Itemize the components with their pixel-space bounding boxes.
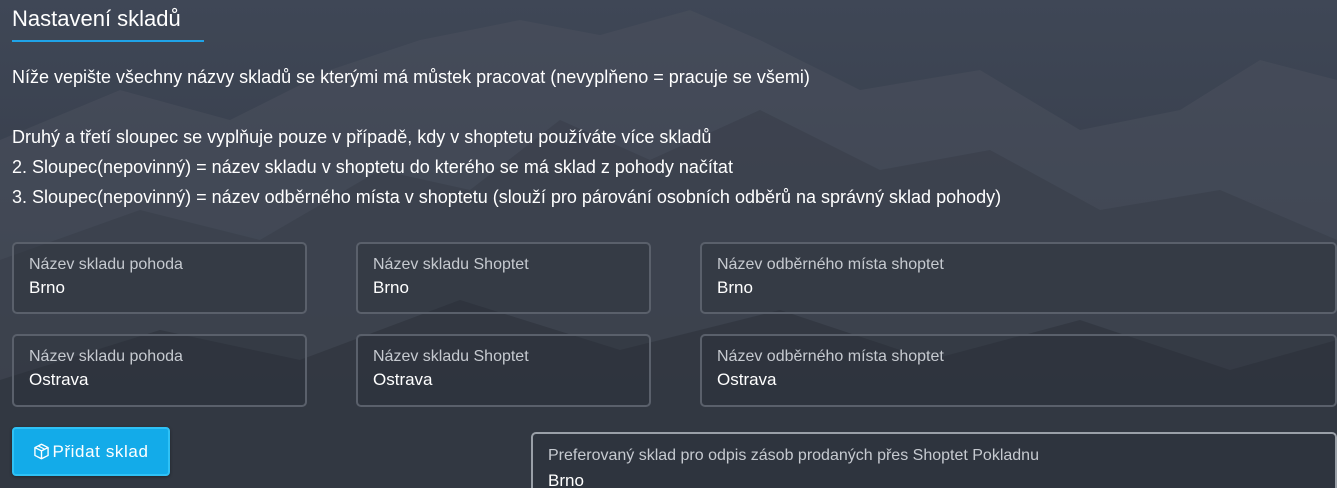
- add-warehouse-button[interactable]: Přidat sklad: [12, 427, 170, 476]
- pohoda-warehouse-label: Název skladu pohoda: [29, 348, 183, 365]
- title-underline: [12, 40, 204, 42]
- section-title: Nastavení skladů: [12, 6, 181, 31]
- preferred-warehouse-value[interactable]: Brno: [548, 471, 584, 488]
- pickup-point-label: Název odběrného místa shoptet: [717, 256, 944, 273]
- pickup-point-field[interactable]: Název odběrného místa shoptet Ostrava: [700, 334, 1337, 407]
- pohoda-warehouse-field[interactable]: Název skladu pohoda Brno: [12, 242, 307, 314]
- pohoda-warehouse-value[interactable]: Brno: [29, 278, 65, 298]
- preferred-warehouse-label: Preferovaný sklad pro odpis zásob prodan…: [548, 447, 1039, 464]
- shoptet-warehouse-field[interactable]: Název skladu Shoptet Ostrava: [356, 334, 651, 407]
- pickup-point-value[interactable]: Ostrava: [717, 370, 777, 390]
- pohoda-warehouse-field[interactable]: Název skladu pohoda Ostrava: [12, 334, 307, 407]
- pohoda-warehouse-value[interactable]: Ostrava: [29, 370, 89, 390]
- box-icon: [34, 443, 50, 460]
- intro-text-line-2: Druhý a třetí sloupec se vyplňuje pouze …: [12, 127, 712, 147]
- shoptet-warehouse-field[interactable]: Název skladu Shoptet Brno: [356, 242, 651, 314]
- pickup-point-value[interactable]: Brno: [717, 278, 753, 298]
- add-warehouse-label: Přidat sklad: [52, 441, 149, 461]
- intro-text-line-4: 3. Sloupec(nepovinný) = název odběrného …: [12, 187, 1002, 207]
- pickup-point-field[interactable]: Název odběrného místa shoptet Brno: [700, 242, 1337, 314]
- intro-text-line-3: 2. Sloupec(nepovinný) = název skladu v s…: [12, 157, 733, 177]
- shoptet-warehouse-value[interactable]: Brno: [373, 278, 409, 298]
- warehouse-settings-page: Nastavení skladů Níže vepište všechny ná…: [0, 0, 1337, 488]
- shoptet-warehouse-value[interactable]: Ostrava: [373, 370, 433, 390]
- pohoda-warehouse-label: Název skladu pohoda: [29, 256, 183, 273]
- shoptet-warehouse-label: Název skladu Shoptet: [373, 256, 529, 273]
- intro-text-line-1: Níže vepište všechny názvy skladů se kte…: [12, 67, 810, 87]
- pickup-point-label: Název odběrného místa shoptet: [717, 348, 944, 365]
- shoptet-warehouse-label: Název skladu Shoptet: [373, 348, 529, 365]
- preferred-warehouse-select[interactable]: Preferovaný sklad pro odpis zásob prodan…: [531, 432, 1337, 488]
